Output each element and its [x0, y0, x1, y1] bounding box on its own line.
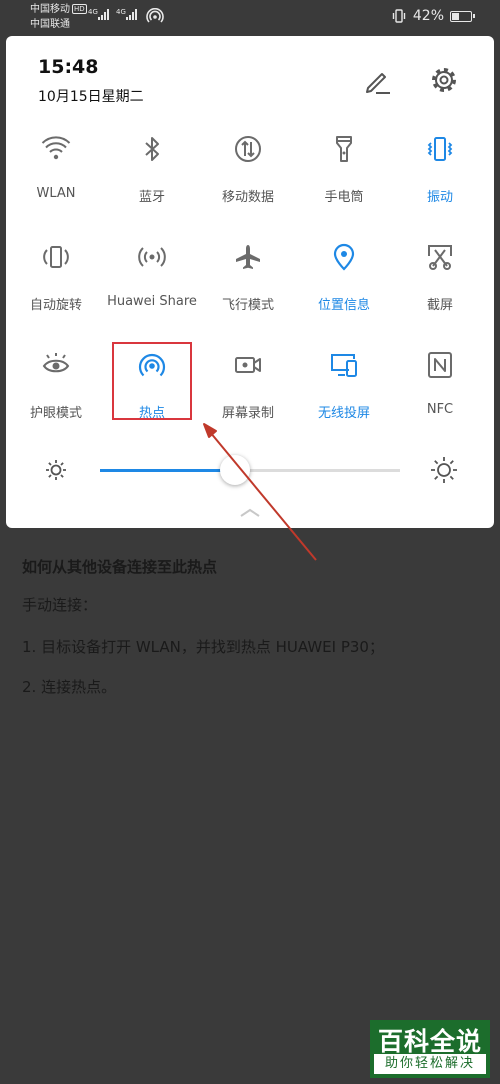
- signal-2-icon: 4G: [116, 8, 137, 20]
- tile-label: 截屏: [426, 298, 453, 313]
- brightness-slider-thumb[interactable]: [220, 455, 250, 485]
- collapse-chevron-icon[interactable]: [238, 506, 262, 518]
- status-right: 42%: [391, 8, 475, 24]
- tile-bluetooth[interactable]: 蓝牙: [104, 134, 200, 234]
- clock-date: 10月15日星期二: [38, 89, 144, 105]
- tile-huawei-share[interactable]: Huawei Share: [104, 242, 200, 342]
- carrier-1: 中国移动 HD: [30, 4, 87, 15]
- edit-icon[interactable]: [362, 66, 392, 96]
- vibrate-icon: [427, 137, 453, 161]
- tile-mobile-data[interactable]: 移动数据: [200, 134, 296, 234]
- tile-label: 飞行模式: [221, 298, 274, 313]
- airplane-icon: [236, 245, 260, 269]
- tile-screen-record[interactable]: 屏幕录制: [200, 350, 296, 450]
- tile-label: 无线投屏: [317, 406, 370, 421]
- signal-1-icon: 4G: [88, 8, 109, 20]
- baike-watermark-logo: 百科全说 助你轻松解决: [370, 1020, 490, 1078]
- status-bar: 中国移动 HD 中国联通 4G 4G 42%: [0, 0, 500, 34]
- tile-label: NFC: [426, 402, 454, 417]
- nfc-icon: [428, 352, 452, 378]
- brightness-slider-track[interactable]: [100, 469, 400, 472]
- tile-location[interactable]: 位置信息: [296, 242, 392, 342]
- tile-label: Huawei Share: [107, 294, 197, 309]
- hd-badge: HD: [72, 4, 87, 14]
- article-step-2: 2. 连接热点。: [22, 678, 117, 696]
- mobile-data-icon: [235, 136, 261, 162]
- tile-airplane[interactable]: 飞行模式: [200, 242, 296, 342]
- vibrate-status-icon: [392, 9, 406, 23]
- tile-wireless-projection[interactable]: 无线投屏: [296, 350, 392, 450]
- clock-time: 15:48: [38, 56, 99, 78]
- tile-eye-comfort[interactable]: 护眼模式: [8, 350, 104, 450]
- carrier-2: 中国联通: [30, 19, 70, 30]
- brightness-slider-fill: [100, 469, 235, 472]
- tile-auto-rotate[interactable]: 自动旋转: [8, 242, 104, 342]
- watermark-main-text: 百科全说: [377, 1027, 482, 1056]
- tile-label: 蓝牙: [138, 190, 165, 205]
- tile-wlan[interactable]: WLAN: [8, 134, 104, 234]
- wifi-icon: [41, 136, 71, 160]
- huawei-share-icon: [138, 247, 166, 267]
- eye-comfort-icon: [42, 353, 70, 373]
- tile-label: 手电筒: [324, 190, 364, 205]
- battery-icon: [450, 10, 475, 22]
- tile-label: 自动旋转: [29, 298, 82, 313]
- watermark-sub-text: 助你轻松解决: [374, 1054, 486, 1074]
- quick-settings-panel: 15:48 10月15日星期二 WLAN 蓝牙 移动数据 手电筒 振动 自动旋转…: [6, 36, 494, 528]
- flashlight-icon: [336, 136, 352, 162]
- tile-label: 护眼模式: [29, 406, 82, 421]
- settings-gear-icon[interactable]: [428, 64, 460, 96]
- brightness-high-icon: [431, 457, 457, 483]
- tile-label: 振动: [426, 190, 453, 205]
- location-icon: [333, 243, 355, 271]
- battery-percent: 42%: [412, 8, 444, 24]
- tile-label: WLAN: [36, 186, 76, 201]
- screenshot-icon: [428, 245, 452, 270]
- tile-nfc[interactable]: NFC: [392, 350, 488, 450]
- network-2-label: 4G: [116, 8, 126, 16]
- hotspot-status-icon: [146, 8, 164, 23]
- hotspot-highlight-box: [112, 342, 192, 420]
- tile-screenshot[interactable]: 截屏: [392, 242, 488, 342]
- network-1-label: 4G: [88, 8, 98, 16]
- tile-vibrate[interactable]: 振动: [392, 134, 488, 234]
- battery-fill: [452, 12, 460, 20]
- tile-label: 屏幕录制: [221, 406, 274, 421]
- article-subtitle: 手动连接：: [22, 596, 98, 614]
- article-step-1: 1. 目标设备打开 WLAN，并找到热点 HUAWEI P30；: [22, 638, 384, 656]
- tile-label: 移动数据: [221, 190, 274, 205]
- brightness-low-icon: [46, 460, 66, 480]
- bluetooth-icon: [145, 137, 159, 161]
- screen-record-icon: [235, 357, 261, 373]
- auto-rotate-icon: [43, 246, 69, 268]
- article-title: 如何从其他设备连接至此热点: [22, 558, 218, 576]
- wireless-projection-icon: [331, 354, 357, 377]
- tile-label: 位置信息: [317, 298, 370, 313]
- tile-flashlight[interactable]: 手电筒: [296, 134, 392, 234]
